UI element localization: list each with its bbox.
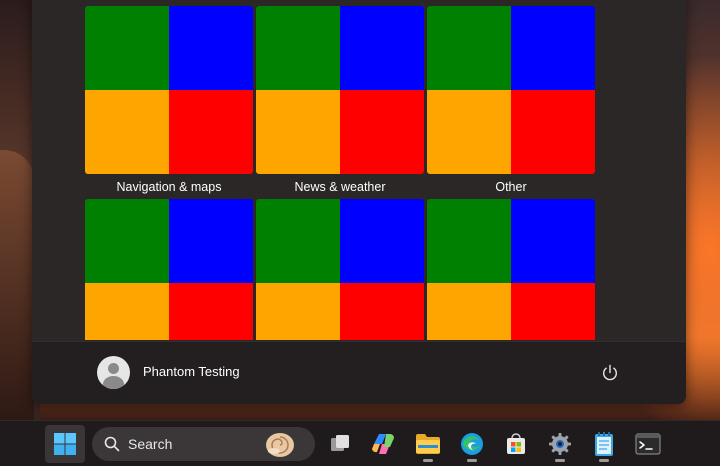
search-label: Search [128, 436, 173, 452]
store-icon [507, 433, 525, 454]
folder-thumbnail [85, 6, 253, 174]
copilot-button[interactable] [364, 425, 404, 463]
edge-button[interactable] [452, 425, 492, 463]
running-indicator [423, 459, 433, 462]
search-highlight-nautilus-icon [266, 433, 294, 457]
folder-label: News & weather [294, 180, 386, 194]
power-button[interactable] [598, 361, 622, 385]
folder-tile[interactable] [427, 199, 595, 340]
running-indicator [555, 459, 565, 462]
folder-thumbnail [427, 6, 595, 174]
app-folder-grid: Navigation & maps News & weather Other [85, 6, 595, 340]
folder-tile[interactable] [85, 199, 253, 340]
file-explorer-button[interactable] [408, 425, 448, 463]
task-view-button[interactable] [320, 425, 360, 463]
terminal-button[interactable] [628, 425, 668, 463]
folder-thumbnail [85, 199, 253, 340]
taskbar: Search [0, 420, 720, 466]
folder-tile-other[interactable]: Other [427, 6, 595, 195]
folder-tile[interactable] [256, 199, 424, 340]
store-button[interactable] [496, 425, 536, 463]
folder-tile-navigation-maps[interactable]: Navigation & maps [85, 6, 253, 195]
folder-thumbnail [256, 6, 424, 174]
copilot-icon [372, 434, 394, 454]
taskbar-search-box[interactable]: Search [92, 427, 315, 461]
folder-label: Other [495, 180, 527, 194]
start-menu-footer: Phantom Testing [32, 341, 686, 404]
settings-button[interactable] [540, 425, 580, 463]
windows-logo-icon [54, 433, 76, 455]
edge-icon [461, 433, 483, 455]
running-indicator [467, 459, 477, 462]
running-indicator [599, 459, 609, 462]
notepad-button[interactable] [584, 425, 624, 463]
user-avatar-icon[interactable] [97, 356, 130, 389]
notepad-icon [595, 432, 613, 456]
gear-icon [549, 433, 571, 455]
folder-thumbnail [256, 199, 424, 340]
terminal-icon [635, 433, 661, 455]
folder-label: Navigation & maps [116, 180, 222, 194]
folder-thumbnail [427, 199, 595, 340]
folder-icon [416, 434, 440, 454]
task-view-icon [331, 435, 349, 451]
start-button[interactable] [45, 425, 85, 463]
search-icon [104, 436, 120, 452]
folder-tile-news-weather[interactable]: News & weather [256, 6, 424, 195]
start-menu: Navigation & maps News & weather Other P… [32, 0, 686, 404]
user-name[interactable]: Phantom Testing [143, 364, 240, 379]
power-icon [603, 364, 617, 381]
